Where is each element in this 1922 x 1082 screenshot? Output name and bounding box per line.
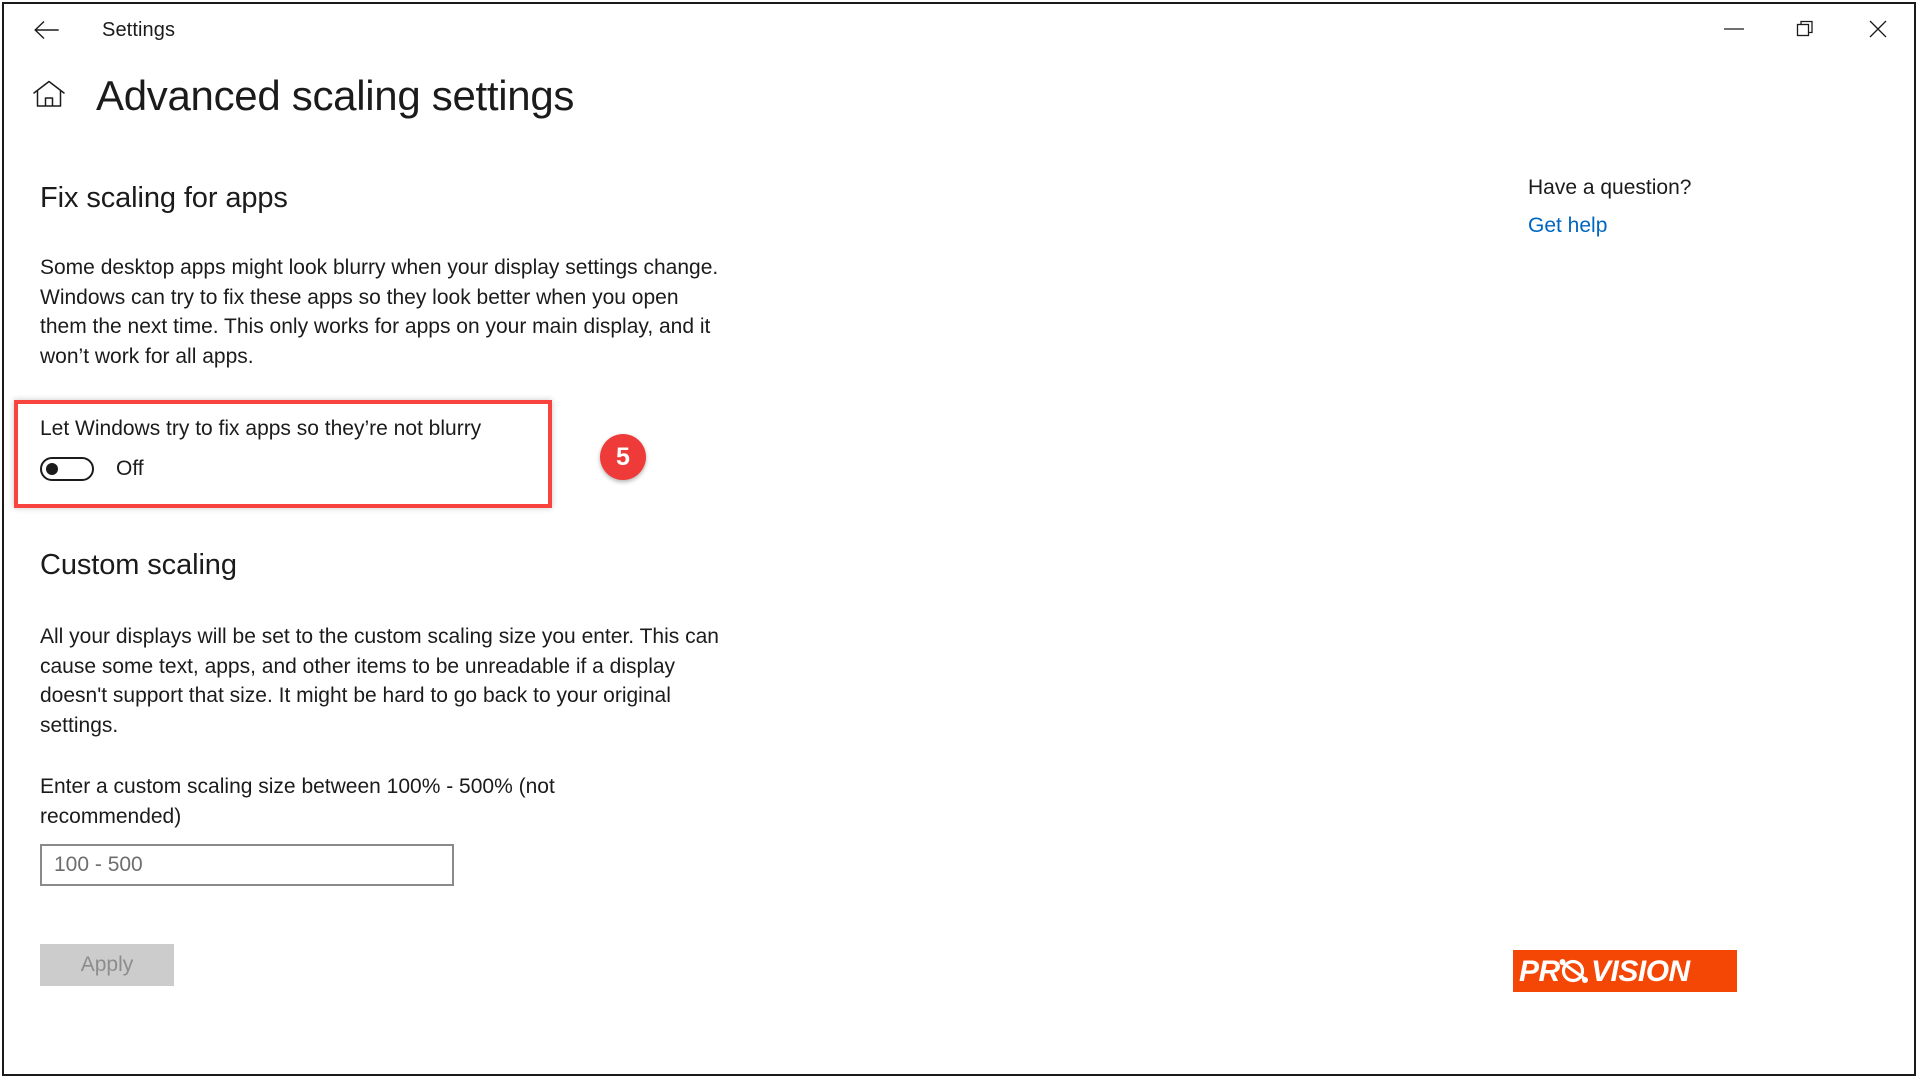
custom-scaling-input-label: Enter a custom scaling size between 100%… bbox=[40, 775, 555, 828]
custom-scaling-input[interactable] bbox=[40, 844, 454, 886]
minimize-button[interactable] bbox=[1698, 4, 1770, 54]
apply-button[interactable]: Apply bbox=[40, 944, 174, 986]
fix-blurry-apps-toggle[interactable] bbox=[40, 457, 94, 481]
back-button[interactable] bbox=[18, 8, 74, 52]
custom-scaling-heading: Custom scaling bbox=[40, 549, 237, 581]
svg-text:PR: PR bbox=[1519, 955, 1561, 988]
close-button[interactable] bbox=[1842, 4, 1914, 54]
step-badge: 5 bbox=[600, 434, 646, 480]
window-title: Settings bbox=[102, 18, 176, 41]
custom-scaling-description: All your displays will be set to the cus… bbox=[40, 625, 719, 737]
restore-button[interactable] bbox=[1770, 4, 1842, 54]
fix-blurry-apps-toggle-row: Off bbox=[40, 457, 144, 481]
close-icon bbox=[1868, 19, 1888, 39]
help-panel: Have a question? Get help bbox=[1528, 176, 1868, 238]
page-header: Advanced scaling settings bbox=[4, 72, 574, 120]
title-bar: Settings bbox=[4, 4, 1914, 56]
fix-scaling-description: Some desktop apps might look blurry when… bbox=[40, 256, 719, 368]
provision-wordmark: PR VISION bbox=[1519, 955, 1692, 988]
minimize-icon bbox=[1723, 23, 1745, 35]
window-controls bbox=[1698, 4, 1914, 54]
fix-scaling-heading: Fix scaling for apps bbox=[40, 182, 288, 214]
arrow-left-icon bbox=[33, 20, 59, 40]
home-button[interactable] bbox=[28, 75, 70, 117]
toggle-knob bbox=[46, 463, 58, 475]
page-title: Advanced scaling settings bbox=[96, 72, 575, 119]
fix-blurry-apps-toggle-state: Off bbox=[116, 457, 144, 480]
provision-logo: PR VISION bbox=[1513, 950, 1737, 992]
home-icon bbox=[32, 79, 66, 114]
fix-blurry-apps-label: Let Windows try to fix apps so they’re n… bbox=[40, 417, 482, 440]
settings-window: Settings Advanced scaling settings Fix s… bbox=[2, 2, 1916, 1076]
get-help-link[interactable]: Get help bbox=[1528, 214, 1607, 238]
help-heading: Have a question? bbox=[1528, 176, 1692, 199]
svg-text:VISION: VISION bbox=[1591, 955, 1692, 988]
fix-blurry-apps-highlight: Let Windows try to fix apps so they’re n… bbox=[14, 400, 552, 508]
fix-scaling-section: Fix scaling for apps Some desktop apps m… bbox=[40, 182, 740, 371]
restore-icon bbox=[1796, 19, 1816, 39]
